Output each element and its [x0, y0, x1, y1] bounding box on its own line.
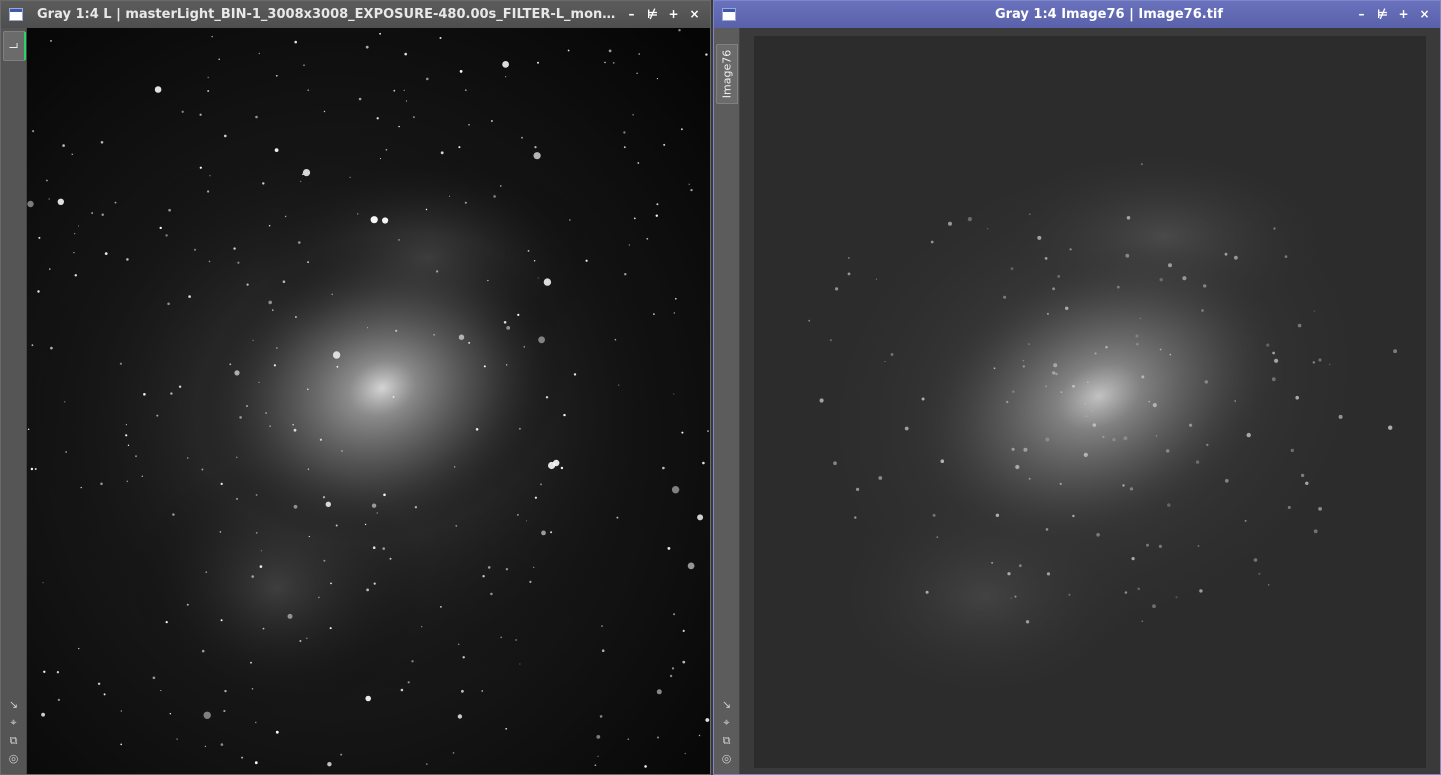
maximize-icon[interactable]: + — [1396, 7, 1411, 22]
target-icon[interactable]: ◎ — [7, 752, 21, 766]
close-icon[interactable]: × — [1417, 7, 1432, 22]
fit-view-icon[interactable]: ↘ — [720, 698, 734, 712]
clone-icon[interactable]: ⧉ — [7, 734, 21, 748]
image-viewport-right[interactable] — [740, 28, 1440, 774]
view-tab-right[interactable]: Image76 — [716, 44, 738, 104]
image-window-left[interactable]: Gray 1:4 L | masterLight_BIN-1_3008x3008… — [0, 0, 711, 775]
window-title-right: Gray 1:4 Image76 | Image76.tif — [994, 7, 1224, 22]
shade-icon[interactable]: ⊭ — [645, 7, 660, 22]
title-bar-right[interactable]: Gray 1:4 Image76 | Image76.tif – ⊭ + × — [714, 1, 1440, 28]
view-sidebar-left: L ↘ ⌖ ⧉ ◎ — [1, 28, 27, 774]
zoom-fit-icon[interactable]: ⌖ — [7, 716, 21, 730]
minimize-icon[interactable]: – — [1354, 7, 1369, 22]
window-title-left: Gray 1:4 L | masterLight_BIN-1_3008x3008… — [37, 7, 624, 22]
fit-view-icon[interactable]: ↘ — [7, 698, 21, 712]
image-window-right[interactable]: Gray 1:4 Image76 | Image76.tif – ⊭ + × I… — [713, 0, 1441, 775]
galaxy-image-left — [27, 28, 710, 774]
clone-icon[interactable]: ⧉ — [720, 734, 734, 748]
minimize-icon[interactable]: – — [624, 7, 639, 22]
window-menu-icon[interactable] — [9, 8, 23, 21]
view-tab-label: Image76 — [720, 49, 734, 99]
view-tab-left[interactable]: L — [3, 31, 26, 61]
zoom-fit-icon[interactable]: ⌖ — [720, 716, 734, 730]
shade-icon[interactable]: ⊭ — [1375, 7, 1390, 22]
view-tab-label: L — [7, 42, 21, 50]
title-bar-left[interactable]: Gray 1:4 L | masterLight_BIN-1_3008x3008… — [1, 1, 710, 28]
image-viewport-left[interactable] — [27, 28, 710, 774]
galaxy-image-right — [754, 36, 1426, 768]
maximize-icon[interactable]: + — [666, 7, 681, 22]
target-icon[interactable]: ◎ — [720, 752, 734, 766]
view-sidebar-right: Image76 ↘ ⌖ ⧉ ◎ — [714, 28, 740, 774]
window-menu-icon[interactable] — [722, 8, 736, 21]
close-icon[interactable]: × — [687, 7, 702, 22]
